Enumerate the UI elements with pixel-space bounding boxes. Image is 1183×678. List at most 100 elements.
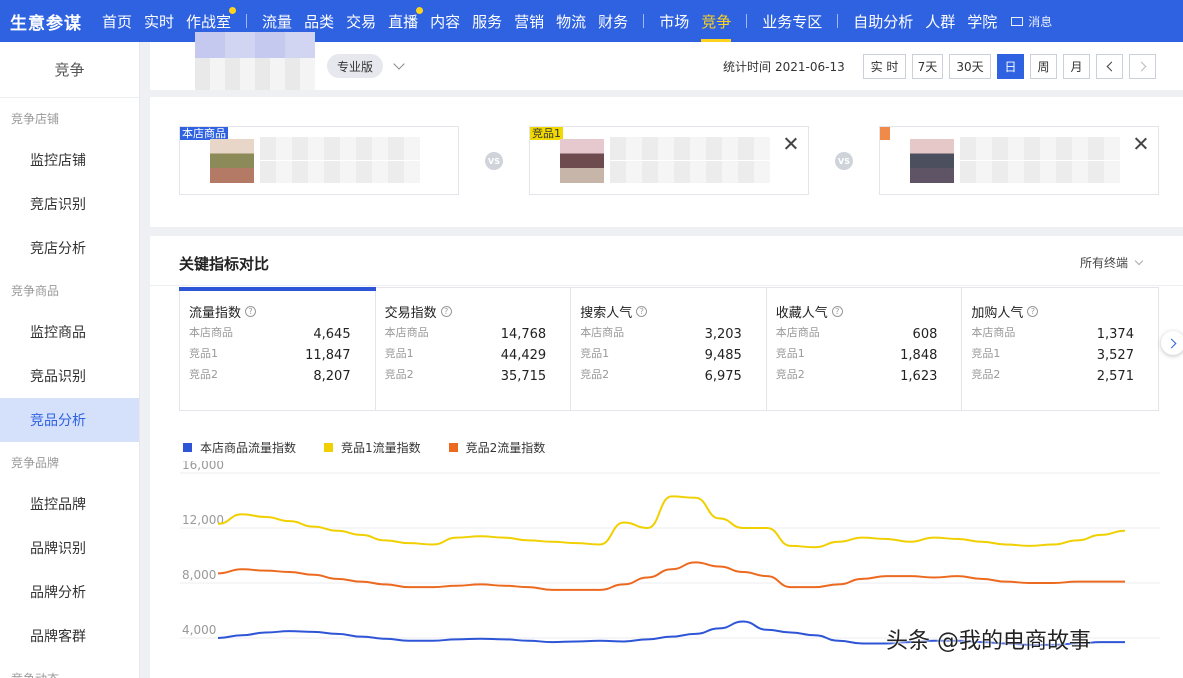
nav-logistics[interactable]: 物流 (556, 0, 586, 42)
sidebar-item-analyze-shops[interactable]: 竞店分析 (0, 226, 139, 270)
kpi-name: 搜索人气 (580, 306, 633, 321)
series-line-2[interactable] (217, 561, 1125, 591)
legend-item-own[interactable]: 本店商品流量指数 (183, 439, 296, 456)
kpi-row-label: 竞品2 (384, 367, 414, 381)
kpi-value: 9,485 (704, 348, 742, 363)
close-icon[interactable] (778, 131, 804, 157)
stat-time: 统计时间 2021-06-13 (719, 58, 845, 75)
nav-content[interactable]: 内容 (430, 0, 460, 42)
product-card-own[interactable]: 本店商品 (179, 126, 459, 195)
kpi-value: 8,207 (313, 369, 351, 384)
kpi-row-label: 竞品1 (775, 346, 805, 360)
product-card-competitor-1[interactable]: 竞品1 (529, 126, 809, 195)
kpi-transaction[interactable]: 交易指数? 本店商品 14,768 竞品1 44,429 竞品2 35,715 (376, 288, 572, 410)
chevron-down-icon[interactable] (393, 58, 405, 70)
nav-business-zone[interactable]: 业务专区 (762, 0, 822, 42)
period-month-button[interactable]: 月 (1063, 54, 1090, 79)
period-day-button[interactable]: 日 (997, 54, 1024, 79)
nav-market[interactable]: 市场 (659, 0, 689, 42)
kpi-search[interactable]: 搜索人气? 本店商品 3,203 竞品1 9,485 竞品2 6,975 (571, 288, 767, 410)
help-icon[interactable]: ? (831, 306, 843, 317)
nav-crowd[interactable]: 人群 (925, 0, 955, 42)
kpi-row-label: 本店商品 (384, 325, 429, 339)
nav-competition[interactable]: 竞争 (701, 0, 732, 42)
help-icon[interactable]: ? (440, 306, 452, 317)
legend-label: 竞品2流量指数 (465, 441, 546, 455)
legend-item-competitor-1[interactable]: 竞品1流量指数 (324, 439, 421, 456)
nav-group-market: 市场 竞争 (653, 0, 737, 42)
nav-live[interactable]: 直播 (388, 0, 424, 42)
sidebar-item-analyze-brands[interactable]: 品牌分析 (0, 570, 139, 614)
nav-academy[interactable]: 学院 (967, 0, 997, 42)
kpi-next-button[interactable] (1161, 331, 1183, 355)
legend-item-competitor-2[interactable]: 竞品2流量指数 (448, 439, 546, 456)
period-week-button[interactable]: 周 (1030, 54, 1057, 79)
product-image (560, 139, 604, 183)
sidebar-item-identify-shops[interactable]: 竞店识别 (0, 182, 139, 226)
product-compare-card: 本店商品 VS 竞品1 VS (150, 97, 1183, 227)
sidebar: 竞争 竞争店铺 监控店铺 竞店识别 竞店分析 竞争商品 监控商品 竞品识别 竞品… (0, 42, 140, 678)
close-icon[interactable] (1128, 131, 1154, 157)
kpi-add-to-cart[interactable]: 加购人气? 本店商品 1,374 竞品1 3,527 竞品2 2,571 (962, 288, 1158, 410)
message-button[interactable]: 消息 (1011, 13, 1052, 30)
sidebar-section-dynamics: 竞争动态 (0, 658, 139, 678)
nav-realtime[interactable]: 实时 (144, 0, 174, 42)
kpi-value: 3,203 (704, 327, 742, 342)
sidebar-section-shops: 竞争店铺 (11, 111, 60, 126)
chevron-right-icon (1136, 61, 1146, 72)
sidebar-item-monitor-brands[interactable]: 监控品牌 (0, 482, 139, 526)
nav-live-label: 直播 (388, 12, 419, 31)
nav-finance[interactable]: 财务 (598, 0, 628, 42)
edition-badge[interactable]: 专业版 (327, 54, 384, 78)
period-realtime-button[interactable]: 实 时 (863, 54, 906, 79)
sidebar-item-monitor-products[interactable]: 监控商品 (0, 310, 139, 354)
blurred-product-title (260, 137, 420, 183)
period-7d-button[interactable]: 7天 (912, 54, 943, 79)
divider (150, 285, 1183, 286)
nav-transaction[interactable]: 交易 (346, 0, 376, 42)
prev-date-button[interactable] (1096, 54, 1123, 79)
kpi-name: 收藏人气 (775, 306, 828, 321)
kpi-traffic[interactable]: 流量指数? 本店商品 4,645 竞品1 11,847 竞品2 8,207 (179, 287, 376, 410)
product-card-competitor-2[interactable] (879, 126, 1159, 195)
kpi-value: 6,975 (704, 369, 742, 384)
sidebar-item-identify-products[interactable]: 竞品识别 (0, 354, 139, 398)
next-date-button[interactable] (1129, 54, 1156, 79)
chevron-right-icon (1166, 338, 1177, 348)
nav-divider (643, 14, 645, 28)
nav-divider (246, 14, 248, 28)
legend-label: 竞品1流量指数 (341, 441, 421, 455)
kpi-name: 流量指数 (189, 306, 242, 321)
help-icon[interactable]: ? (245, 306, 257, 317)
series-line-1[interactable] (217, 495, 1126, 549)
sidebar-item-monitor-shops[interactable]: 监控店铺 (0, 138, 139, 182)
nav-service[interactable]: 服务 (472, 0, 502, 42)
chevron-down-icon (1134, 256, 1144, 266)
period-30d-button[interactable]: 30天 (949, 54, 991, 79)
sidebar-item-analyze-products[interactable]: 竞品分析 (0, 398, 139, 442)
nav-self-analysis[interactable]: 自助分析 (853, 0, 913, 42)
help-icon[interactable]: ? (1027, 306, 1039, 317)
terminal-select[interactable]: 所有终端 (1080, 254, 1144, 271)
vs-badge: VS (485, 152, 503, 170)
kpi-row-label: 本店商品 (775, 325, 820, 339)
nav-group-tools: 自助分析 人群 学院 (847, 0, 1003, 42)
app-logo[interactable]: 生意参谋 (0, 9, 96, 34)
nav-home[interactable]: 首页 (102, 0, 132, 42)
nav-group-special: 业务专区 (756, 0, 828, 42)
kpi-value: 1,623 (900, 369, 938, 384)
sidebar-item-brand-customers[interactable]: 品牌客群 (0, 614, 139, 658)
nav-marketing[interactable]: 营销 (514, 0, 544, 42)
message-label: 消息 (1028, 14, 1053, 29)
sidebar-section-brands: 竞争品牌 (11, 455, 60, 470)
section-title: 关键指标对比 (179, 255, 270, 273)
top-nav: 生意参谋 首页 实时 作战室 流量 品类 交易 直播 内容 服务 营销 物流 财… (0, 0, 1183, 42)
help-icon[interactable]: ? (636, 306, 648, 317)
kpi-favorites[interactable]: 收藏人气? 本店商品 608 竞品1 1,848 竞品2 1,623 (767, 288, 963, 410)
chart-legend: 本店商品流量指数 竞品1流量指数 竞品2流量指数 (183, 439, 573, 456)
blurred-shop-name (195, 32, 315, 90)
sidebar-item-identify-brands[interactable]: 品牌识别 (0, 526, 139, 570)
kpi-row-label: 竞品1 (580, 346, 610, 360)
legend-swatch (183, 443, 192, 452)
kpi-row-label: 竞品2 (189, 367, 218, 381)
